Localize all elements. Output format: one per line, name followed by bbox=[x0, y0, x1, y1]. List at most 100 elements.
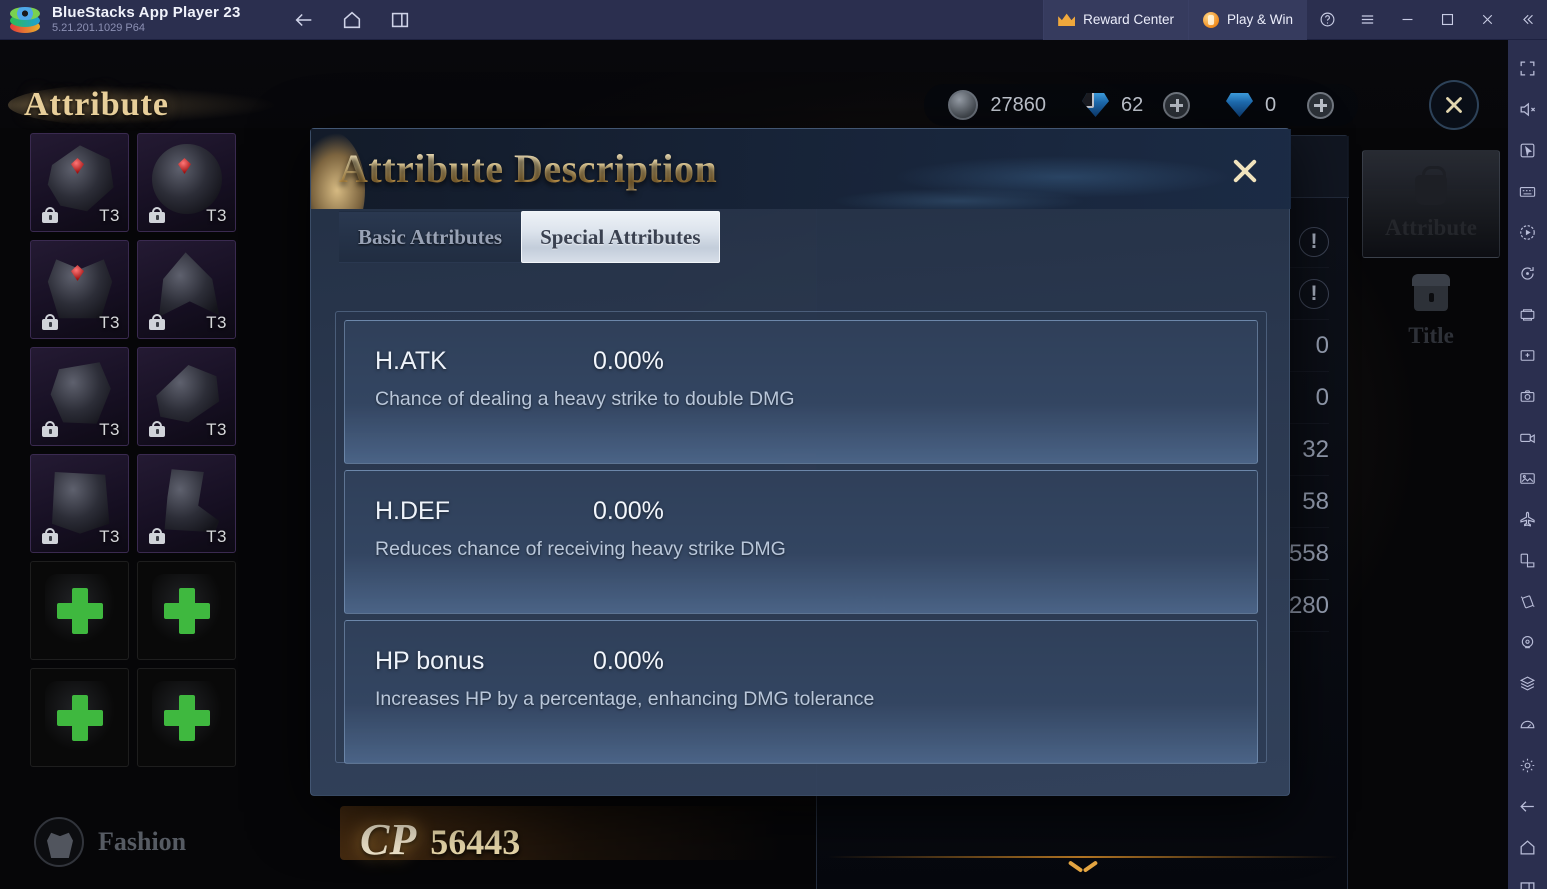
minimize-icon[interactable] bbox=[1387, 0, 1427, 40]
help-icon[interactable] bbox=[1307, 0, 1347, 40]
attribute-value: 0.00% bbox=[593, 497, 664, 525]
info-warning-icon[interactable]: ! bbox=[1299, 278, 1329, 309]
coin-icon bbox=[1202, 11, 1219, 28]
mute-icon[interactable] bbox=[1508, 89, 1547, 129]
bluestacks-titlebar: BlueStacks App Player 23 5.21.201.1029 P… bbox=[0, 0, 1547, 40]
stats-expand-button[interactable] bbox=[817, 842, 1349, 889]
header-swirl-decoration bbox=[751, 129, 1271, 209]
home-icon[interactable] bbox=[1508, 827, 1547, 867]
equipment-slot-glove[interactable]: T3 bbox=[30, 347, 129, 446]
stat-value: 0 bbox=[1315, 331, 1329, 359]
belt-icon bbox=[52, 472, 110, 534]
glove-icon bbox=[50, 362, 111, 424]
equipment-slot-cloak[interactable]: T3 bbox=[137, 240, 236, 339]
settings-icon[interactable] bbox=[1508, 745, 1547, 785]
rotate-icon[interactable] bbox=[1508, 253, 1547, 293]
tier-badge: T3 bbox=[206, 206, 227, 225]
pointer-icon[interactable] bbox=[1508, 130, 1547, 170]
keyboard-controls-icon[interactable] bbox=[1508, 171, 1547, 211]
stat-value: 32 bbox=[1302, 435, 1329, 463]
add-plus-icon[interactable] bbox=[163, 694, 210, 741]
play-and-win-button[interactable]: Play & Win bbox=[1187, 0, 1307, 40]
sidebar-item-title[interactable]: Title bbox=[1362, 258, 1500, 366]
performance-icon[interactable] bbox=[1508, 704, 1547, 744]
crown-icon bbox=[1058, 13, 1076, 26]
equipment-slot-belt[interactable]: T3 bbox=[30, 454, 129, 553]
tab-special-attributes[interactable]: Special Attributes bbox=[521, 211, 720, 263]
fashion-armor-icon bbox=[34, 817, 84, 867]
menu-icon[interactable] bbox=[1347, 0, 1387, 40]
window-buttons bbox=[1307, 0, 1547, 40]
collapse-icon[interactable] bbox=[1507, 0, 1547, 40]
stat-value: 58 bbox=[1302, 487, 1329, 515]
attribute-description-dialog: Attribute Description Basic Attributes S… bbox=[310, 128, 1291, 796]
maximize-icon[interactable] bbox=[1427, 0, 1467, 40]
tab-label: Special Attributes bbox=[540, 224, 701, 249]
tab-basic-attributes[interactable]: Basic Attributes bbox=[339, 211, 522, 263]
media-manager-icon[interactable] bbox=[1508, 458, 1547, 498]
record-icon[interactable] bbox=[1508, 417, 1547, 457]
close-icon bbox=[1233, 159, 1257, 183]
app-root: BlueStacks App Player 23 5.21.201.1029 P… bbox=[0, 0, 1547, 889]
equipment-slot-empty[interactable] bbox=[137, 561, 236, 660]
attribute-description: Reduces chance of receiving heavy strike… bbox=[375, 538, 786, 560]
equipment-slot-boots[interactable]: T3 bbox=[137, 454, 236, 553]
equipment-slot-helm[interactable]: T3 bbox=[30, 133, 129, 232]
equipment-slot-bracer[interactable]: T3 bbox=[137, 347, 236, 446]
home-icon[interactable] bbox=[341, 9, 363, 31]
macro-play-icon[interactable] bbox=[1508, 212, 1547, 252]
equipment-slot-orb[interactable]: T3 bbox=[137, 133, 236, 232]
attribute-name: H.DEF bbox=[375, 497, 450, 525]
add-diamond-button[interactable] bbox=[1307, 91, 1334, 119]
recents-icon[interactable] bbox=[1508, 868, 1547, 889]
shake-icon[interactable] bbox=[1508, 581, 1547, 621]
tier-badge: T3 bbox=[206, 527, 227, 546]
tier-badge: T3 bbox=[99, 420, 120, 439]
lock-icon bbox=[148, 207, 166, 223]
back-icon[interactable] bbox=[293, 9, 315, 31]
rotate-screen-icon[interactable] bbox=[1508, 540, 1547, 580]
multi-instance-icon[interactable] bbox=[1508, 294, 1547, 334]
card-header: H.ATK 0.00% bbox=[375, 347, 1257, 376]
dialog-close-button[interactable] bbox=[1223, 149, 1267, 193]
install-apk-icon[interactable] bbox=[1508, 335, 1547, 375]
stat-value: 280 bbox=[1288, 591, 1329, 619]
lock-icon bbox=[41, 528, 59, 544]
layers-icon[interactable] bbox=[1508, 663, 1547, 703]
bound-diamond-value: 62 bbox=[1121, 93, 1144, 116]
app-title: BlueStacks App Player 23 bbox=[52, 3, 241, 21]
orb-icon bbox=[152, 144, 222, 214]
bracer-icon bbox=[156, 365, 220, 423]
dialog-tabs: Basic Attributes Special Attributes bbox=[339, 211, 720, 263]
divider bbox=[827, 856, 1339, 858]
fashion-button[interactable]: Fashion bbox=[34, 817, 186, 867]
fullscreen-icon[interactable] bbox=[1508, 48, 1547, 88]
attribute-card-hp-bonus: HP bonus 0.00% Increases HP by a percent… bbox=[344, 620, 1258, 764]
helm-icon bbox=[47, 145, 114, 212]
equipment-slot-chest[interactable]: T3 bbox=[30, 240, 129, 339]
info-warning-icon[interactable]: ! bbox=[1299, 226, 1329, 257]
close-icon[interactable] bbox=[1467, 0, 1507, 40]
location-icon[interactable] bbox=[1508, 622, 1547, 662]
add-bound-diamond-button[interactable] bbox=[1163, 91, 1190, 119]
game-close-button[interactable] bbox=[1429, 80, 1479, 130]
attribute-card-hatk: H.ATK 0.00% Chance of dealing a heavy st… bbox=[344, 320, 1258, 464]
airplane-mode-icon[interactable] bbox=[1508, 499, 1547, 539]
equipment-slot-empty[interactable] bbox=[30, 668, 129, 767]
diamond-icon bbox=[1226, 93, 1253, 117]
equipment-slot-empty[interactable] bbox=[30, 561, 129, 660]
screenshot-icon[interactable] bbox=[1508, 376, 1547, 416]
sidebar-item-attribute[interactable]: Attribute bbox=[1362, 150, 1500, 258]
chevron-down-icon[interactable] bbox=[1069, 860, 1097, 876]
reward-center-button[interactable]: Reward Center bbox=[1043, 0, 1188, 40]
equipment-slot-empty[interactable] bbox=[137, 668, 236, 767]
recents-icon[interactable] bbox=[389, 9, 411, 31]
add-plus-icon[interactable] bbox=[56, 694, 103, 741]
cp-value: 56443 bbox=[430, 822, 521, 862]
add-plus-icon[interactable] bbox=[56, 587, 103, 634]
bluestacks-logo-icon bbox=[8, 3, 42, 37]
add-plus-icon[interactable] bbox=[163, 587, 210, 634]
sidebar-item-label: Title bbox=[1408, 323, 1454, 348]
card-header: HP bonus 0.00% bbox=[375, 647, 1257, 676]
back-icon[interactable] bbox=[1508, 786, 1547, 826]
